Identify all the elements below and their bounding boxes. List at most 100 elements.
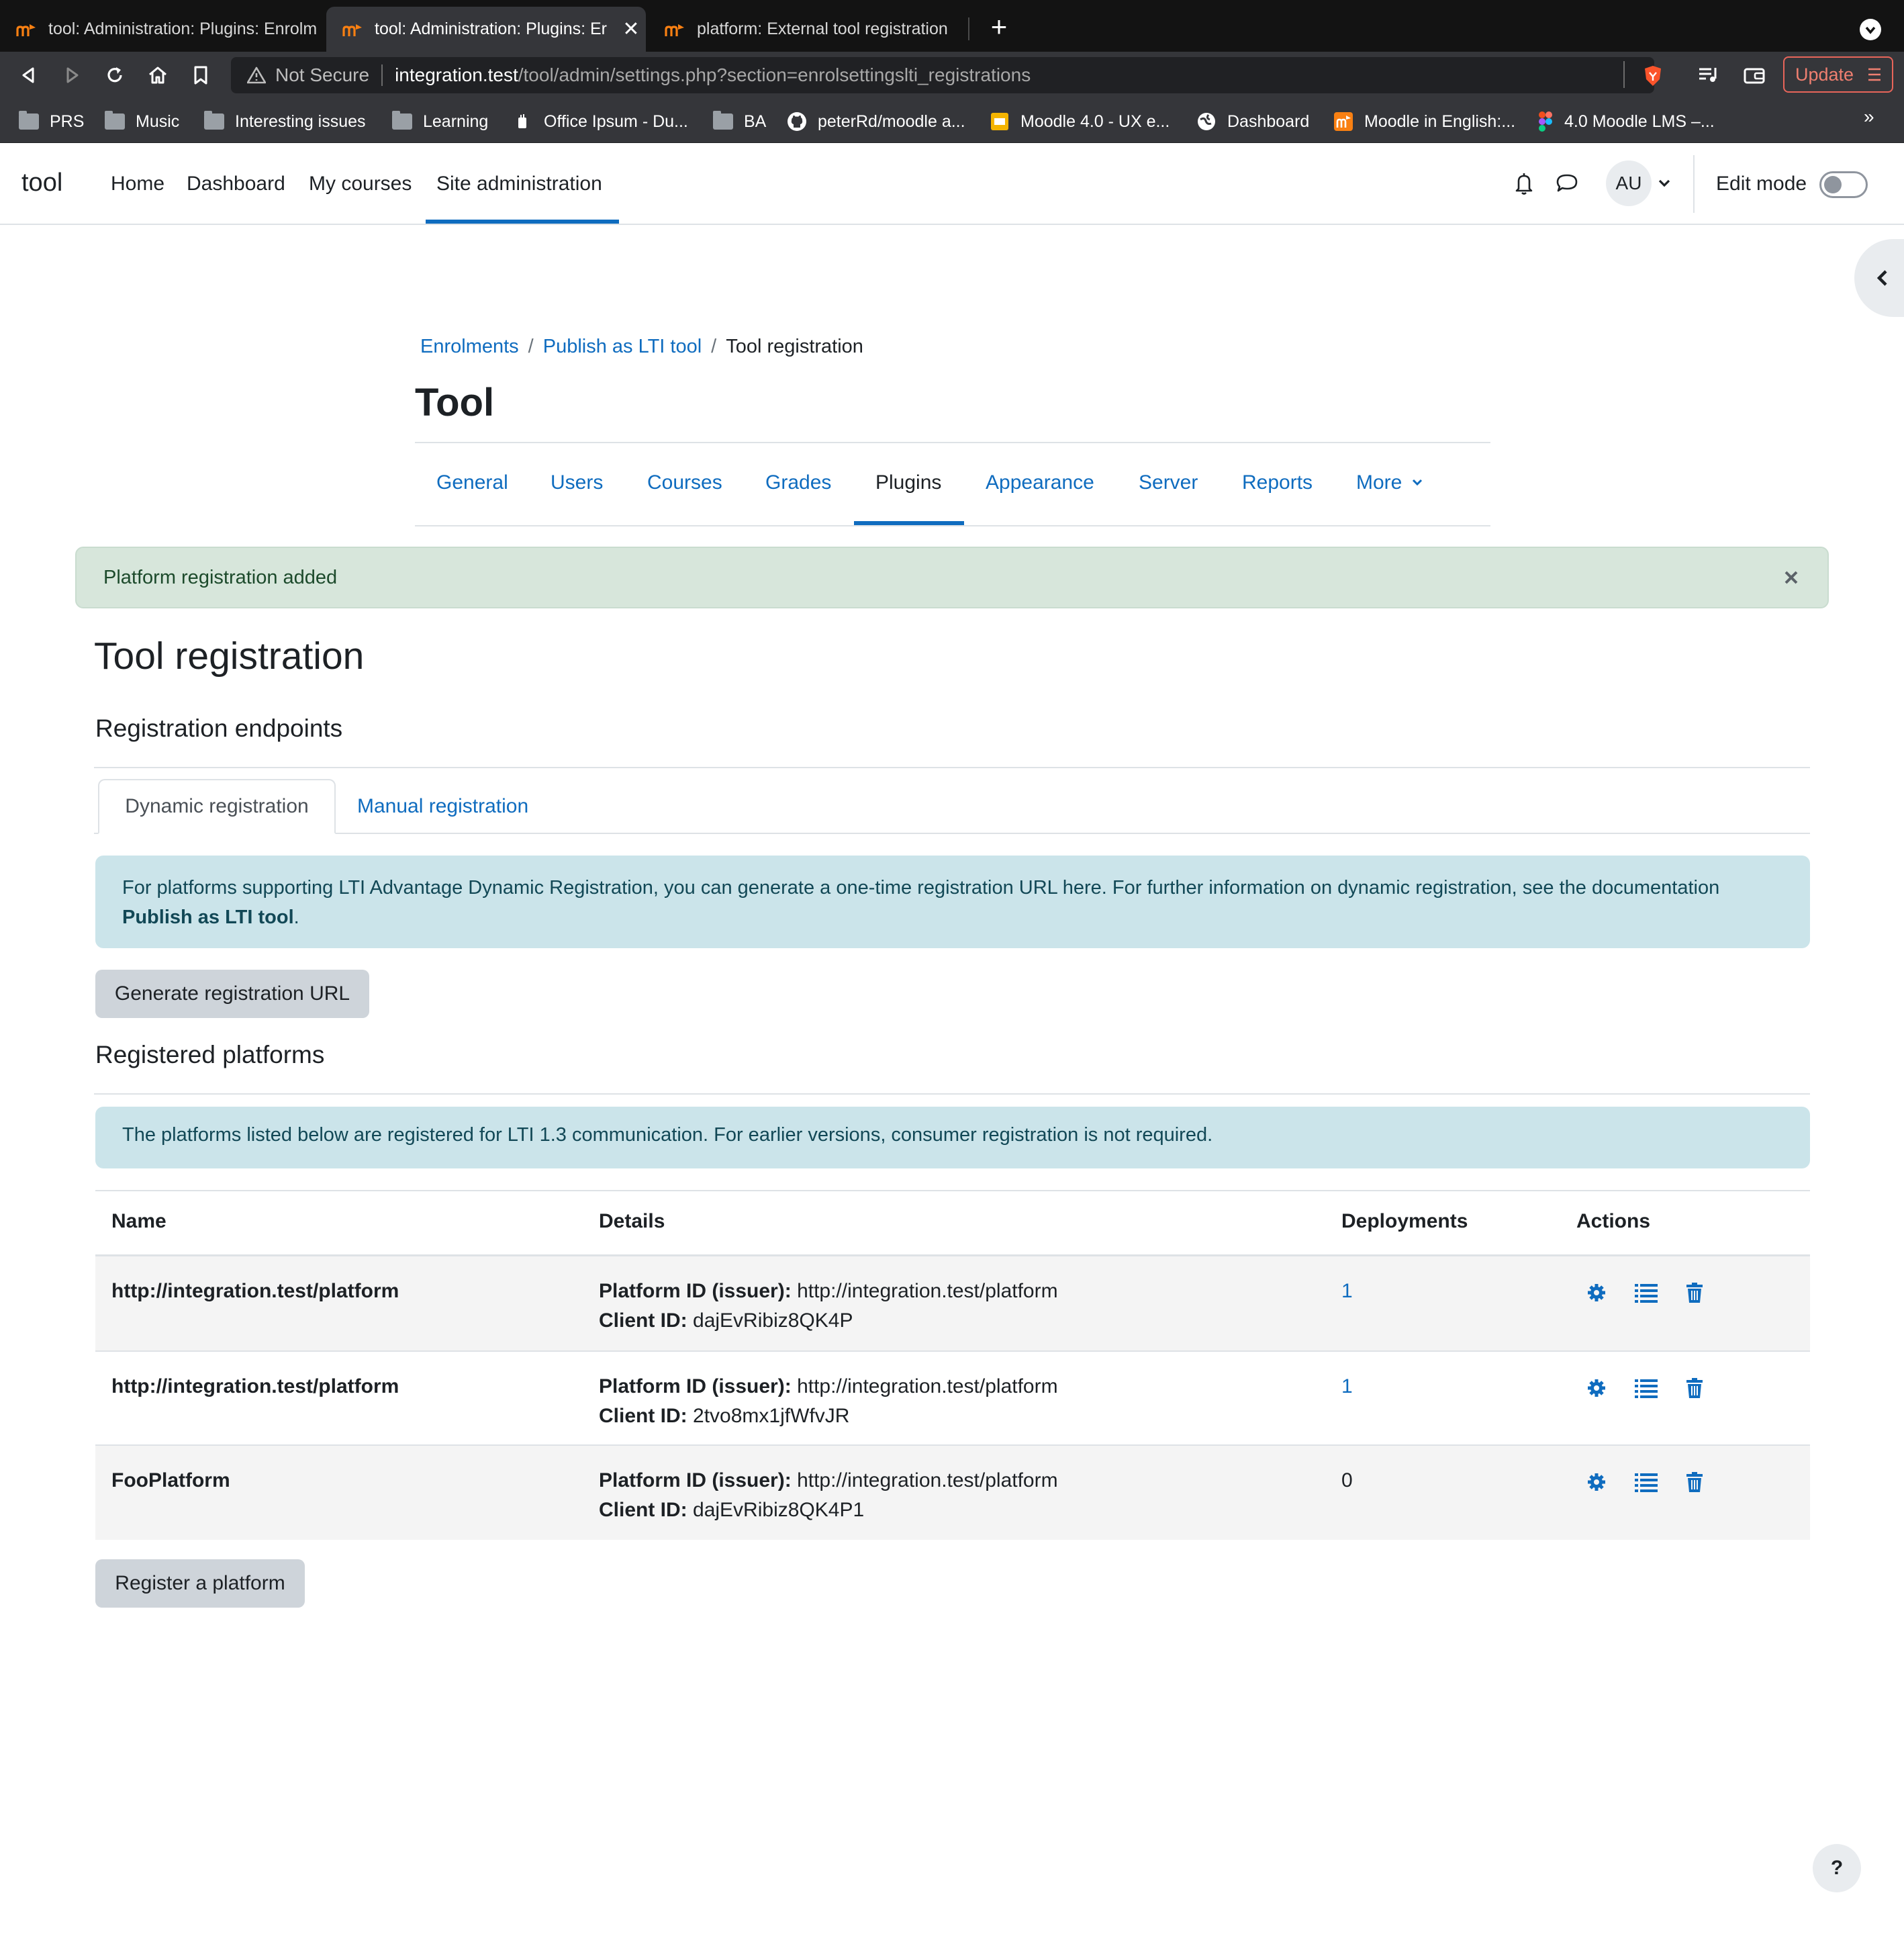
- deployments-count-link[interactable]: 1: [1341, 1372, 1353, 1401]
- secondary-nav-courses[interactable]: Courses: [647, 471, 722, 494]
- menu-icon: [1868, 68, 1881, 81]
- chevron-left-icon: [1876, 270, 1887, 286]
- help-button[interactable]: ?: [1813, 1844, 1861, 1892]
- bookmark-item[interactable]: Moodle in English:...: [1333, 111, 1515, 132]
- table-row: http://integration.test/platform Platfor…: [95, 1256, 1810, 1350]
- nav-my-courses[interactable]: My courses: [309, 173, 412, 195]
- secondary-nav-plugins[interactable]: Plugins: [875, 471, 941, 494]
- platform-id-label: Platform ID (issuer):: [599, 1375, 792, 1397]
- folder-icon: [105, 111, 125, 130]
- home-icon[interactable]: [142, 60, 173, 91]
- bookmark-item[interactable]: Music: [105, 111, 179, 132]
- breadcrumb-publish-as-lti-tool[interactable]: Publish as LTI tool: [543, 336, 702, 357]
- secondary-nav-appearance[interactable]: Appearance: [986, 471, 1094, 494]
- brave-shields-icon[interactable]: [1642, 64, 1664, 91]
- settings-gear-icon[interactable]: [1586, 1377, 1607, 1408]
- chevron-down-icon: [1412, 479, 1422, 486]
- browser-tab-1[interactable]: tool: Administration: Plugins: Enrolm: [0, 7, 324, 52]
- active-nav-indicator: [426, 220, 619, 224]
- media-playlist-icon[interactable]: [1693, 60, 1724, 91]
- secondary-nav-reports[interactable]: Reports: [1242, 471, 1313, 494]
- bookmark-item[interactable]: Learning: [392, 111, 488, 132]
- open-block-drawer-button[interactable]: [1854, 239, 1904, 317]
- browser-tab-3[interactable]: platform: External tool registration: [649, 7, 961, 52]
- tab-search-icon[interactable]: [1860, 19, 1881, 40]
- register-platform-button[interactable]: Register a platform: [95, 1559, 305, 1608]
- folder-icon: [713, 111, 733, 130]
- success-alert-message: Platform registration added: [103, 567, 338, 588]
- site-brand[interactable]: tool: [21, 169, 62, 197]
- bookmark-icon[interactable]: [185, 60, 216, 91]
- bookmarks-overflow-icon[interactable]: »: [1864, 106, 1874, 128]
- nav-site-administration[interactable]: Site administration: [436, 173, 602, 195]
- secondary-nav-users[interactable]: Users: [551, 471, 603, 494]
- platform-details: Platform ID (issuer): http://integration…: [599, 1466, 1058, 1525]
- figma-icon: [1539, 111, 1552, 132]
- bookmark-item[interactable]: Dashboard: [1196, 111, 1309, 132]
- delete-trash-icon[interactable]: [1685, 1471, 1704, 1502]
- registration-endpoints-heading: Registration endpoints: [95, 715, 343, 742]
- view-deployments-list-icon[interactable]: [1634, 1282, 1658, 1312]
- bookmark-item[interactable]: Moodle 4.0 - UX e...: [990, 111, 1170, 132]
- chevron-down-icon[interactable]: [1657, 173, 1672, 196]
- platform-name: http://integration.test/platform: [111, 1280, 399, 1302]
- address-bar[interactable]: Not Secure integration.test/tool/admin/s…: [231, 57, 1654, 93]
- tab-dynamic-registration[interactable]: Dynamic registration: [98, 779, 336, 834]
- folder-icon: [392, 111, 412, 130]
- notifications-bell-icon[interactable]: [1511, 170, 1537, 197]
- nav-home[interactable]: Home: [111, 173, 164, 195]
- new-tab-button[interactable]: +: [984, 12, 1014, 42]
- github-icon: [788, 112, 806, 131]
- view-deployments-list-icon[interactable]: [1634, 1377, 1658, 1408]
- divider: [94, 1093, 1810, 1095]
- settings-gear-icon[interactable]: [1586, 1282, 1607, 1312]
- bookmark-item[interactable]: 4.0 Moodle LMS –...: [1537, 111, 1715, 132]
- bookmark-item[interactable]: BA: [713, 111, 766, 132]
- breadcrumb-enrolments[interactable]: Enrolments: [420, 336, 519, 357]
- success-alert: Platform registration added: [75, 547, 1829, 608]
- secondary-nav-general[interactable]: General: [436, 471, 508, 494]
- platform-id-value: http://integration.test/platform: [797, 1280, 1058, 1302]
- tab-title: tool: Administration: Plugins: Er: [375, 19, 607, 38]
- deployments-count-link[interactable]: 1: [1341, 1277, 1353, 1306]
- user-avatar[interactable]: AU: [1606, 160, 1652, 206]
- tab-bar-border: [94, 833, 1810, 834]
- security-label: Not Secure: [275, 64, 370, 85]
- generate-registration-url-button[interactable]: Generate registration URL: [95, 970, 369, 1018]
- settings-gear-icon[interactable]: [1586, 1471, 1607, 1502]
- platform-name: http://integration.test/platform: [111, 1375, 399, 1397]
- wallet-icon[interactable]: [1739, 60, 1770, 91]
- view-deployments-list-icon[interactable]: [1634, 1471, 1658, 1502]
- bookmark-item[interactable]: PRS: [19, 111, 84, 132]
- nav-dashboard[interactable]: Dashboard: [187, 173, 285, 195]
- secondary-nav-more[interactable]: More: [1356, 471, 1424, 494]
- update-button[interactable]: Update: [1783, 56, 1893, 93]
- close-tab-icon[interactable]: ✕: [616, 17, 646, 41]
- messages-icon[interactable]: [1554, 170, 1580, 197]
- bookmark-item[interactable]: Office Ipsum - Du...: [513, 111, 688, 132]
- bookmark-item[interactable]: Interesting issues: [204, 111, 366, 132]
- back-icon[interactable]: [13, 60, 44, 91]
- documentation-link[interactable]: Publish as LTI tool: [122, 907, 294, 928]
- reload-icon[interactable]: [99, 60, 130, 91]
- folder-icon: [204, 111, 224, 130]
- deployments-count: 0: [1341, 1469, 1353, 1491]
- tab-separator: [968, 17, 969, 40]
- browser-tab-2-active[interactable]: tool: Administration: Plugins: Er ✕: [326, 7, 646, 52]
- dynamic-registration-info: For platforms supporting LTI Advantage D…: [95, 856, 1810, 948]
- moodle-icon: [1334, 112, 1353, 131]
- delete-trash-icon[interactable]: [1685, 1282, 1704, 1312]
- page-title: Tool: [415, 381, 495, 424]
- forward-icon[interactable]: [56, 60, 87, 91]
- secondary-nav-server[interactable]: Server: [1139, 471, 1198, 494]
- breadcrumb-separator: /: [528, 336, 534, 357]
- info-period: .: [293, 907, 299, 928]
- secondary-nav-grades[interactable]: Grades: [765, 471, 831, 494]
- delete-trash-icon[interactable]: [1685, 1377, 1704, 1408]
- close-icon[interactable]: [1776, 563, 1806, 596]
- column-header-name: Name: [111, 1210, 166, 1232]
- bookmark-item[interactable]: peterRd/moodle a...: [787, 111, 965, 132]
- header-divider: [1693, 155, 1695, 213]
- tab-manual-registration[interactable]: Manual registration: [357, 779, 528, 834]
- edit-mode-toggle[interactable]: [1819, 171, 1868, 198]
